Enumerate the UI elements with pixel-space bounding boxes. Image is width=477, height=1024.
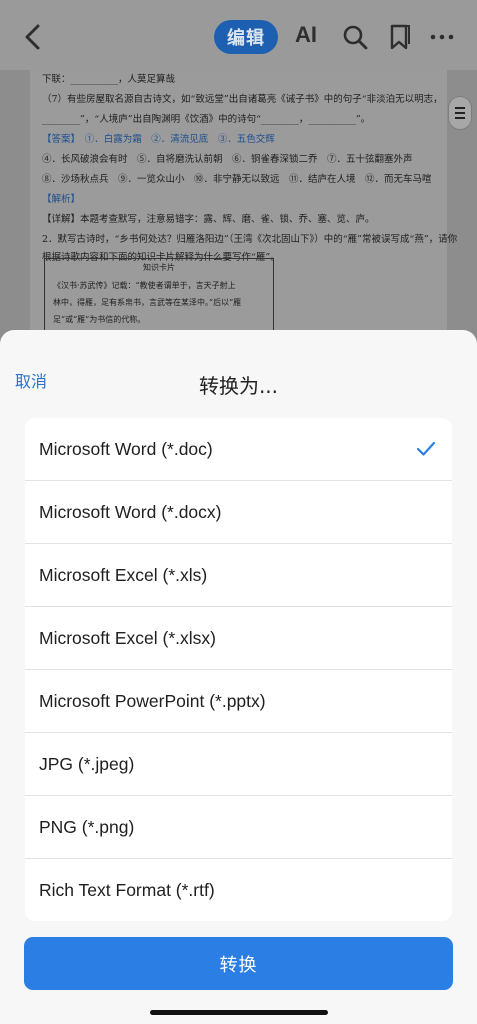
document-line: ⑧．沙场秋点兵 ⑨．一览众山小 ⑩．非宁静无以致远 ⑪．结庐在人境 ⑫．而无车马…	[42, 174, 432, 185]
document-line: 【解析】	[42, 194, 81, 205]
format-option-rtf[interactable]: Rich Text Format (*.rtf)	[25, 859, 452, 921]
document-page: 下联：__________，人莫足算哉 （7）有些房屋取名源自古诗文，如“致远堂…	[30, 70, 457, 370]
format-option-docx[interactable]: Microsoft Word (*.docx)	[25, 481, 452, 544]
home-indicator[interactable]	[150, 1010, 328, 1015]
document-line: （7）有些房屋取名源自古诗文，如“致远堂”出自诸葛亮《诫子书》中的句子“非淡泊无…	[42, 94, 443, 105]
document-line: 【答案】 ①．白露为霜 ②．清流见底 ③．五色交辉	[42, 134, 275, 145]
format-option-pptx[interactable]: Microsoft PowerPoint (*.pptx)	[25, 670, 452, 733]
format-option-label: Microsoft PowerPoint (*.pptx)	[39, 690, 266, 711]
format-option-label: Rich Text Format (*.rtf)	[39, 879, 215, 900]
bookmark-icon[interactable]	[386, 23, 414, 51]
format-option-png[interactable]: PNG (*.png)	[25, 796, 452, 859]
format-option-label: Microsoft Word (*.docx)	[39, 501, 222, 522]
format-option-label: Microsoft Excel (*.xls)	[39, 564, 208, 585]
format-option-label: Microsoft Excel (*.xlsx)	[39, 627, 216, 648]
edit-button[interactable]: 编辑	[214, 20, 278, 54]
card-line: 林中，得雁，足有系帛书，言武等在某泽中。”后以“雁	[53, 298, 242, 307]
more-icon[interactable]	[428, 23, 456, 51]
back-icon[interactable]	[20, 22, 46, 52]
document-line: ________”，“人境庐”出自陶渊明《饮酒》中的诗句“________，__…	[42, 114, 371, 125]
sheet-title: 转换为...	[198, 374, 279, 398]
format-option-xlsx[interactable]: Microsoft Excel (*.xlsx)	[25, 607, 452, 670]
card-line: 《汉书·苏武传》记载：“教使者谓单于，言天子射上	[53, 281, 236, 290]
card-title: 知识卡片	[143, 263, 175, 272]
document-line: 下联：__________，人莫足算哉	[42, 74, 176, 85]
document-line: 【详解】本题考查默写，注意易错字：露、辉、磨、雀、锁、乔、塞、览、庐。	[42, 214, 375, 225]
scroll-handle[interactable]	[448, 96, 472, 130]
menu-icon	[455, 107, 465, 119]
format-option-doc[interactable]: Microsoft Word (*.doc)	[25, 418, 452, 481]
checkmark-icon	[416, 441, 436, 456]
format-option-label: Microsoft Word (*.doc)	[39, 438, 213, 459]
format-option-jpeg[interactable]: JPG (*.jpeg)	[25, 733, 452, 796]
convert-button[interactable]: 转换	[24, 937, 453, 990]
format-option-xls[interactable]: Microsoft Excel (*.xls)	[25, 544, 452, 607]
top-toolbar: 编辑 AI	[0, 0, 477, 70]
card-line: 足”或“雁”为书信的代称。	[53, 315, 146, 324]
format-option-label: PNG (*.png)	[39, 816, 135, 837]
convert-sheet: 取消 转换为... Microsoft Word (*.doc) Microso…	[0, 330, 477, 1024]
format-option-label: JPG (*.jpeg)	[39, 753, 135, 774]
document-line: 2．默写古诗时，“乡书何处达？归雁洛阳边”（王湾《次北固山下》）中的“雁”常被误…	[42, 234, 458, 245]
ai-button[interactable]: AI	[295, 22, 317, 48]
format-options-list: Microsoft Word (*.doc) Microsoft Word (*…	[25, 418, 452, 921]
search-icon[interactable]	[341, 23, 369, 51]
document-line: ④．长风破浪会有时 ⑤．自将磨洗认前朝 ⑥．铜雀春深锁二乔 ⑦．五十弦翻塞外声	[42, 154, 413, 165]
